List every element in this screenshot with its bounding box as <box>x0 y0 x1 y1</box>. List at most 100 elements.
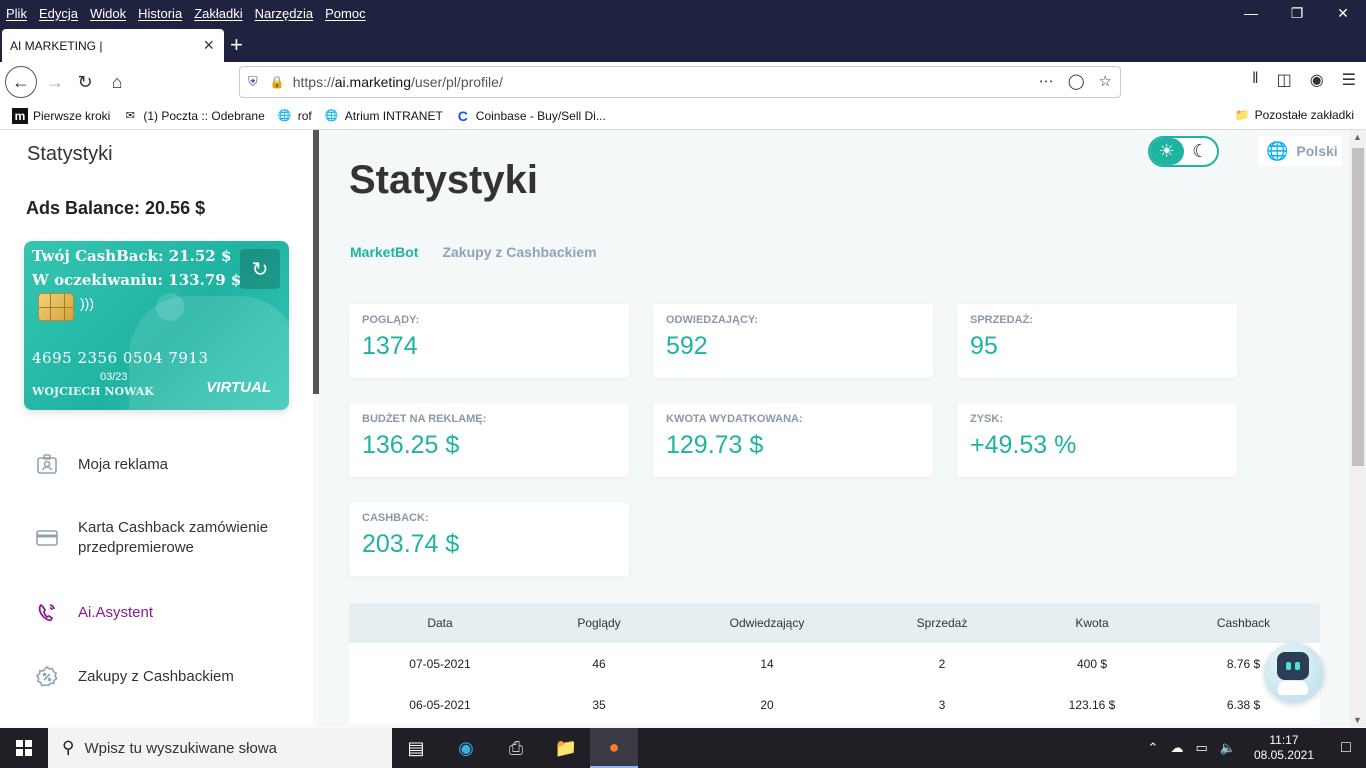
pocket-icon[interactable]: ◯ <box>1068 72 1085 90</box>
stat-card: KWOTA WYDATKOWANA: 129.73 $ <box>653 403 933 477</box>
home-icon[interactable]: ⌂ <box>102 68 132 96</box>
page-actions-icon[interactable]: ⋯ <box>1039 72 1054 90</box>
theme-toggle[interactable]: ☀ ☾ <box>1148 136 1219 167</box>
file-explorer-icon[interactable]: 📁 <box>542 728 590 768</box>
minimize-icon[interactable]: — <box>1228 5 1274 21</box>
column-header[interactable]: Poglądy <box>531 616 667 630</box>
sidebar-item-moja-reklama[interactable]: Moja reklama <box>34 452 168 478</box>
column-header[interactable]: Odwiedzający <box>667 616 867 630</box>
scroll-up-icon[interactable]: ▲ <box>1353 132 1362 142</box>
onedrive-cloud-icon[interactable]: ☁ <box>1170 740 1183 756</box>
menu-plik[interactable]: Plik <box>0 6 33 21</box>
coinbase-icon: C <box>457 107 468 124</box>
table-row: 07-05-2021 46 14 2 400 $ 8.76 $ <box>349 643 1320 684</box>
sidebar-item-label: Moja reklama <box>78 456 169 473</box>
clock[interactable]: 11:17 08.05.2021 <box>1254 733 1314 763</box>
stat-label: CASHBACK: <box>362 512 429 524</box>
taskbar-search[interactable]: ⚲ Wpisz tu wyszukiwane słowa <box>48 728 392 768</box>
forward-arrow-icon[interactable]: → <box>40 68 70 96</box>
hamburger-menu-icon[interactable]: ☰ <box>1342 70 1356 90</box>
chevron-up-icon[interactable]: ⌃ <box>1148 740 1159 756</box>
sidebar-item-ai-asystent[interactable]: Ai.Asystent <box>34 600 153 626</box>
tab-marketbot[interactable]: MarketBot <box>350 244 418 260</box>
volume-icon[interactable]: 🔈 <box>1220 740 1236 756</box>
sidebar-item-zakupy-cashback[interactable]: Zakupy z Cashbackiem <box>34 664 234 690</box>
bookmark-item[interactable]: 🌐 Atrium INTRANET <box>324 108 443 124</box>
menu-pomoc[interactable]: Pomoc <box>319 6 371 21</box>
stat-value: +49.53 % <box>970 431 1077 459</box>
lock-icon[interactable]: 🔒 <box>270 75 285 89</box>
column-header[interactable]: Cashback <box>1167 616 1320 630</box>
maximize-icon[interactable]: ❐ <box>1274 5 1320 22</box>
bookmark-star-icon[interactable]: ☆ <box>1099 72 1112 90</box>
cashback-card: Twój CashBack: 21.52 $ W oczekiwaniu: 13… <box>24 241 289 410</box>
reload-icon[interactable]: ↻ <box>70 68 100 96</box>
menu-widok[interactable]: Widok <box>84 6 132 21</box>
taskbar: ⚲ Wpisz tu wyszukiwane słowa ▤ ◉ ⎙ 📁 ● ⌃… <box>0 728 1366 768</box>
windows-start-icon[interactable] <box>0 728 48 768</box>
back-arrow-icon[interactable]: ← <box>5 66 37 98</box>
chat-bot-button[interactable] <box>1264 643 1324 703</box>
menu-edycja[interactable]: Edycja <box>33 6 84 21</box>
page-title: Statystyki <box>349 158 538 202</box>
account-icon[interactable]: ◉ <box>1310 70 1324 90</box>
bookmark-item[interactable]: C Coinbase - Buy/Sell Di... <box>455 108 606 124</box>
scrollbar-thumb[interactable] <box>1352 148 1364 466</box>
globe-icon: 🌐 <box>277 110 292 122</box>
bookmark-item[interactable]: 🌐 rof <box>277 108 312 124</box>
refresh-icon[interactable]: ↻ <box>240 249 280 289</box>
robot-body <box>1278 681 1308 695</box>
close-window-icon[interactable]: ✕ <box>1320 5 1366 22</box>
column-header[interactable]: Kwota <box>1017 616 1167 630</box>
other-bookmarks[interactable]: 📁 Pozostałe zakładki <box>1235 108 1354 122</box>
stat-label: SPRZEDAŻ: <box>970 314 1033 326</box>
scroll-down-icon[interactable]: ▼ <box>1353 715 1362 725</box>
language-label: Polski <box>1296 143 1338 159</box>
stat-card: CASHBACK: 203.74 $ <box>349 502 629 576</box>
notification-icon[interactable]: □ <box>1326 739 1366 757</box>
page-scrollbar[interactable]: ▲ ▼ <box>1350 130 1366 727</box>
table-header: Data Poglądy Odwiedzający Sprzedaż Kwota… <box>349 603 1320 643</box>
tab-zakupy-cashback[interactable]: Zakupy z Cashbackiem <box>442 244 596 260</box>
column-header[interactable]: Data <box>349 616 531 630</box>
sidebar-item-label: Ai.Asystent <box>78 604 154 621</box>
table-cell: 14 <box>760 656 774 671</box>
stat-card: ODWIEDZAJĄCY: 592 <box>653 304 933 378</box>
table-cell: 35 <box>592 697 606 712</box>
edge-icon[interactable]: ◉ <box>442 728 490 768</box>
sidebar-toggle-icon[interactable]: ◫ <box>1277 70 1292 90</box>
sidebar-item-label: Zakupy z Cashbackiem <box>78 668 234 685</box>
card-number: 4695 2356 0504 7913 <box>32 349 209 367</box>
menu-bar: Plik Edycja Widok Historia Zakładki Narz… <box>0 0 1366 26</box>
column-header[interactable]: Sprzedaż <box>867 616 1017 630</box>
language-button[interactable]: 🌐 Polski <box>1258 136 1342 166</box>
ads-balance: Ads Balance: 20.56 $ <box>26 198 206 218</box>
menu-historia[interactable]: Historia <box>132 6 188 21</box>
stat-value: 136.25 $ <box>362 431 460 459</box>
browser-tab[interactable]: AI MARKETING | × <box>2 29 224 62</box>
app-icon[interactable]: ⎙ <box>492 728 540 768</box>
globe-icon: 🌐 <box>1266 140 1289 161</box>
id-badge-icon <box>34 452 60 478</box>
folder-icon: 📁 <box>1234 108 1250 122</box>
sun-icon[interactable]: ☀ <box>1150 138 1184 165</box>
card-type: VIRTUAL <box>206 379 271 396</box>
bookmark-item[interactable]: m Pierwsze kroki <box>12 107 110 124</box>
url-bar[interactable]: ⛨ 🔒 https://ai.marketing/user/pl/profile… <box>239 66 1121 98</box>
moon-icon[interactable]: ☾ <box>1184 138 1218 165</box>
url-text[interactable]: https://ai.marketing/user/pl/profile/ <box>293 74 503 90</box>
close-tab-icon[interactable]: × <box>203 35 214 56</box>
table-cell: 06-05-2021 <box>409 697 471 712</box>
sidebar-item-karta-cashback[interactable]: Karta Cashback zamówienie przedpremierow… <box>34 518 278 558</box>
percent-badge-icon <box>34 664 60 690</box>
stat-label: ZYSK: <box>970 413 1003 425</box>
shield-icon[interactable]: ⛨ <box>248 74 258 90</box>
battery-icon[interactable]: ▭ <box>1195 740 1207 756</box>
new-tab-icon[interactable]: + <box>230 32 243 58</box>
bookmark-item[interactable]: ✉ (1) Poczta :: Odebrane <box>122 108 265 124</box>
task-view-icon[interactable]: ▤ <box>392 728 440 768</box>
menu-narzedzia[interactable]: Narzędzia <box>249 6 320 21</box>
menu-zakladki[interactable]: Zakładki <box>188 6 248 21</box>
library-icon[interactable]: ‖ <box>1252 70 1259 90</box>
firefox-icon[interactable]: ● <box>590 728 638 768</box>
